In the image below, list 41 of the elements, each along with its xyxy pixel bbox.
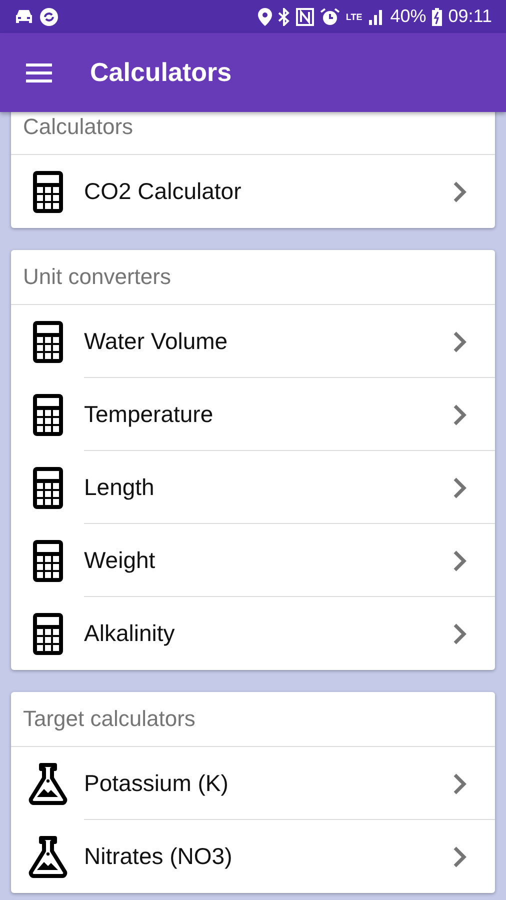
list-item[interactable]: Water Volume <box>11 305 495 378</box>
chevron-right-icon <box>453 550 467 572</box>
list-item[interactable]: Alkalinity <box>11 597 495 670</box>
calculator-icon <box>32 466 62 508</box>
car-icon <box>14 8 34 24</box>
calculator-icon <box>32 394 62 436</box>
list-item[interactable]: CO2 Calculator <box>11 155 495 228</box>
calculator-icon <box>32 612 62 654</box>
battery-percentage: 40% <box>390 6 426 27</box>
list-item[interactable]: Nitrates (NO3) <box>11 820 495 893</box>
sync-icon <box>40 8 58 26</box>
list-item[interactable]: Weight <box>11 524 495 597</box>
menu-icon <box>24 62 54 84</box>
screen-title: Calculators <box>90 57 232 88</box>
flask-icon <box>28 836 68 878</box>
calculator-icon <box>32 540 62 582</box>
nfc-icon <box>296 8 314 26</box>
location-icon <box>258 8 272 26</box>
clock-time: 09:11 <box>448 6 492 27</box>
section-heading: Unit converters <box>23 264 171 290</box>
alarm-icon <box>320 8 340 26</box>
network-type-label: LTE <box>346 12 362 22</box>
section-heading: Calculators <box>23 114 134 140</box>
chevron-right-icon <box>453 476 467 498</box>
calculator-icon <box>32 170 62 212</box>
chevron-right-icon <box>453 622 467 644</box>
chevron-right-icon <box>453 772 467 794</box>
list-item[interactable]: Potassium (K) <box>11 747 495 820</box>
list-item[interactable]: Temperature <box>11 378 495 451</box>
menu-button[interactable] <box>24 62 54 84</box>
chevron-right-icon <box>453 404 467 426</box>
chevron-right-icon <box>453 846 467 868</box>
list-item[interactable]: Length <box>11 451 495 524</box>
signal-icon <box>368 8 384 24</box>
flask-icon <box>28 762 68 804</box>
bluetooth-icon <box>278 8 290 26</box>
section-heading: Target calculators <box>23 706 196 732</box>
chevron-right-icon <box>453 330 467 352</box>
calculator-icon <box>32 320 62 362</box>
chevron-right-icon <box>453 180 467 202</box>
battery-charging-icon <box>432 8 442 26</box>
